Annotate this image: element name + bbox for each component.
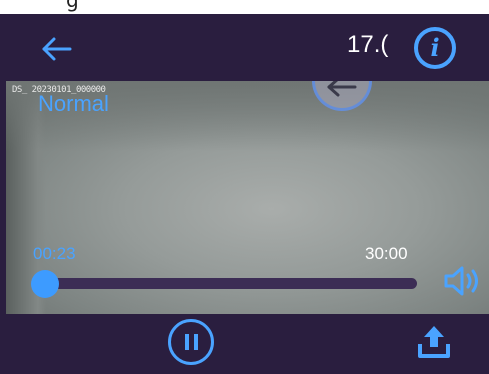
info-icon: i	[430, 33, 440, 62]
top-clipped-strip: g	[0, 0, 489, 14]
volume-button[interactable]	[442, 264, 482, 298]
pause-icon	[194, 334, 198, 350]
mode-label: Normal	[38, 91, 109, 116]
total-duration: 30:00	[365, 244, 408, 263]
arrow-left-icon	[327, 81, 357, 97]
elapsed-time: 00:23	[33, 244, 76, 263]
pause-button[interactable]	[168, 319, 214, 365]
control-bar	[0, 314, 489, 374]
upload-icon	[418, 326, 450, 358]
pause-icon	[185, 334, 189, 350]
top-clipped-text: g	[66, 0, 79, 12]
seek-thumb[interactable]	[31, 270, 60, 298]
overlay-back-button[interactable]	[312, 81, 372, 111]
time-label: 17.(	[347, 31, 389, 58]
header-bar: 17.( i	[0, 14, 489, 81]
video-view[interactable]: DS_ 20230101_000000 Normal 00:23 30:00	[6, 81, 489, 314]
seek-bar[interactable]	[31, 270, 417, 298]
speaker-icon	[444, 266, 478, 296]
back-button[interactable]	[40, 34, 74, 64]
info-button[interactable]: i	[414, 27, 456, 69]
arrow-left-icon	[42, 37, 72, 61]
share-button[interactable]	[414, 322, 454, 362]
